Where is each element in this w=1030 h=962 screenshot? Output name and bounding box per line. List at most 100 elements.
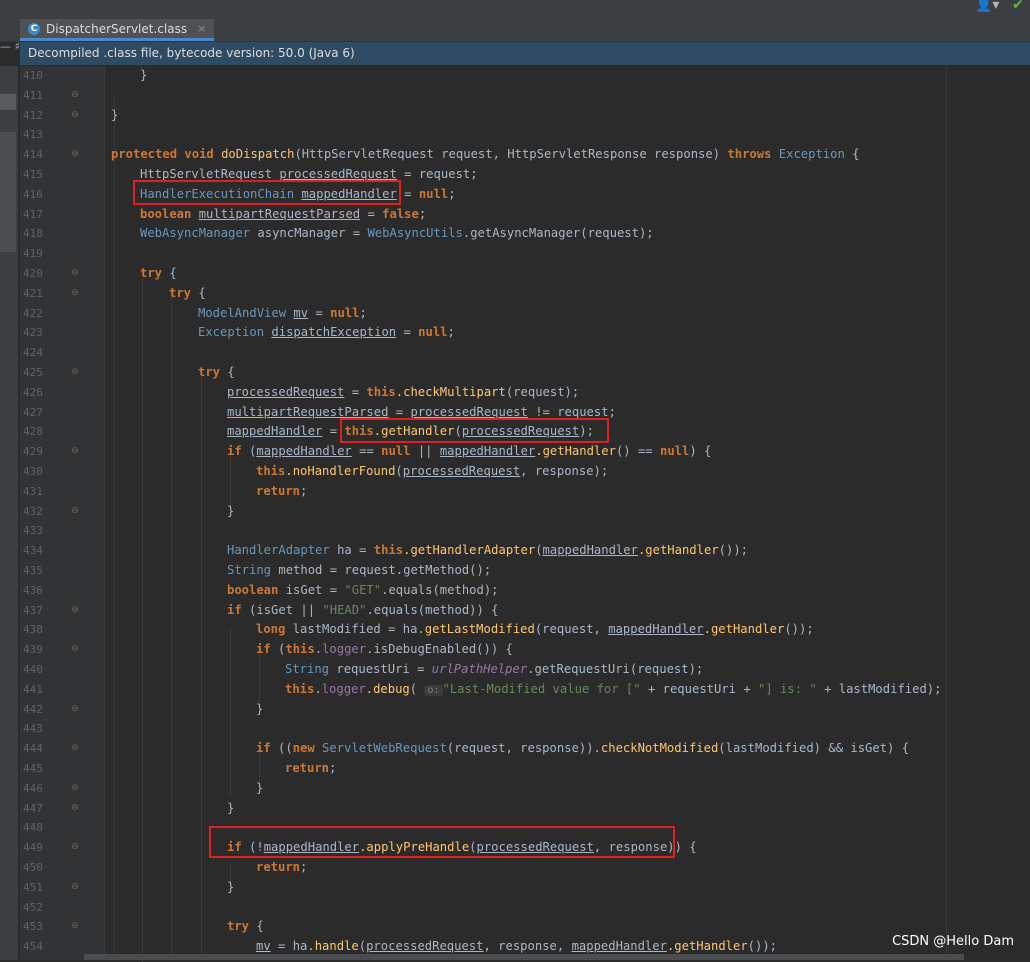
class-ref: String bbox=[227, 563, 272, 577]
line-number: 412 bbox=[23, 108, 43, 122]
fold-marker-icon[interactable]: ⊖ bbox=[70, 363, 80, 383]
keyword: new bbox=[292, 741, 315, 756]
fold-marker-icon[interactable]: ⊖ bbox=[70, 86, 80, 106]
line-number: 411 bbox=[23, 88, 43, 102]
keyword: try bbox=[140, 266, 163, 280]
stripe-scroll-thumb[interactable] bbox=[0, 132, 16, 252]
code-token: (isGet || bbox=[241, 602, 323, 617]
field-ref: logger bbox=[322, 642, 367, 657]
fold-marker-icon[interactable]: ⊖ bbox=[70, 739, 80, 759]
method-name: .debug bbox=[365, 681, 410, 696]
keyword: boolean bbox=[140, 206, 192, 221]
code-token: = bbox=[388, 404, 411, 419]
code-line-410: } bbox=[140, 66, 147, 86]
code-line-422: ModelAndView mv = null; bbox=[198, 304, 367, 324]
code-line-418: WebAsyncManager asyncManager = WebAsyncU… bbox=[140, 224, 654, 244]
line-number: 450 bbox=[23, 861, 43, 874]
code-token: . bbox=[314, 642, 323, 657]
variable: processedRequest bbox=[366, 939, 484, 954]
code-line-445: return; bbox=[285, 759, 336, 779]
horizontal-scrollbar[interactable] bbox=[84, 954, 964, 960]
fold-marker-icon[interactable]: ⊖ bbox=[70, 442, 80, 462]
code-token: ; bbox=[329, 761, 337, 775]
check-icon[interactable]: ✔ bbox=[1012, 0, 1024, 13]
code-token: ( bbox=[241, 444, 257, 459]
fold-marker-icon[interactable]: ⊖ bbox=[70, 640, 80, 660]
line-number: 428 bbox=[23, 425, 43, 439]
code-token: { bbox=[249, 919, 264, 934]
line-number: 429 bbox=[23, 445, 43, 459]
indent-guide bbox=[230, 627, 231, 795]
tab-label: DispatcherServlet.class bbox=[46, 21, 188, 36]
variable: multipartRequestParsed bbox=[227, 404, 389, 419]
code-token: } bbox=[227, 879, 235, 894]
fold-marker-icon[interactable]: ⊖ bbox=[70, 145, 80, 165]
close-icon[interactable]: × bbox=[197, 22, 206, 35]
code-token: HttpServletRequest bbox=[140, 167, 280, 181]
code-token: ( bbox=[409, 681, 425, 696]
fold-marker-icon[interactable]: ⊖ bbox=[70, 838, 80, 858]
method-name: .checkMultipart bbox=[395, 384, 506, 399]
code-token: ha = bbox=[329, 543, 374, 558]
code-token: (request); bbox=[505, 384, 580, 399]
keyword: void bbox=[184, 147, 214, 162]
code-token: , response); bbox=[520, 464, 609, 478]
fold-marker-icon[interactable]: ⊖ bbox=[70, 601, 80, 621]
keyword: null bbox=[659, 444, 690, 459]
code-token: { bbox=[162, 266, 177, 280]
line-number: 454 bbox=[23, 940, 43, 954]
variable: processedRequest bbox=[402, 464, 521, 478]
fold-marker-icon[interactable]: ⊖ bbox=[70, 779, 80, 799]
fold-marker-icon[interactable]: ⊖ bbox=[70, 917, 80, 937]
fold-marker-icon[interactable]: ⊖ bbox=[70, 264, 80, 284]
code-token: ; bbox=[359, 305, 367, 320]
code-line-439: if (this.logger.isDebugEnabled()) { bbox=[256, 640, 513, 660]
keyword: return bbox=[285, 761, 330, 775]
fold-marker-icon[interactable]: ⊖ bbox=[70, 106, 80, 126]
class-ref: WebAsyncManager bbox=[140, 226, 251, 241]
line-number: 423 bbox=[23, 326, 43, 340]
variable: multipartRequestParsed bbox=[198, 206, 361, 221]
highlight-box-get-handler bbox=[340, 418, 609, 443]
keyword: this bbox=[256, 464, 286, 478]
keyword: return bbox=[256, 860, 301, 874]
keyword: false bbox=[382, 206, 419, 221]
line-number: 417 bbox=[23, 207, 43, 221]
keyword: boolean bbox=[227, 582, 279, 597]
tab-dispatcherservlet[interactable]: C DispatcherServlet.class × bbox=[20, 19, 215, 41]
fold-marker-icon[interactable]: ⊖ bbox=[70, 502, 80, 522]
top-toolbar: 👤▾ ✔ bbox=[0, 0, 1030, 19]
method-name: .getHandler bbox=[703, 622, 785, 637]
keyword: if bbox=[256, 741, 271, 756]
keyword: try bbox=[198, 365, 221, 379]
line-number: 421 bbox=[23, 286, 43, 300]
code-line-417: boolean multipartRequestParsed = false; bbox=[140, 205, 426, 225]
fold-marker-icon[interactable]: ⊖ bbox=[70, 878, 80, 898]
class-file-icon: C bbox=[28, 22, 40, 35]
method-name: .getHandler bbox=[637, 543, 719, 558]
fold-marker-icon[interactable]: ⊖ bbox=[70, 799, 80, 819]
line-number: 431 bbox=[23, 484, 43, 498]
line-number: 449 bbox=[23, 841, 43, 855]
code-editor[interactable]: } } protected void doDispatch(HttpServle… bbox=[105, 66, 1030, 962]
fold-marker-icon[interactable]: ⊖ bbox=[70, 284, 80, 304]
string-literal: "HEAD" bbox=[322, 602, 367, 617]
user-icon[interactable]: 👤▾ bbox=[975, 0, 999, 13]
line-number: 432 bbox=[23, 504, 43, 518]
code-token: ( bbox=[270, 642, 286, 657]
code-line-436: boolean isGet = "GET".equals(method); bbox=[227, 581, 499, 601]
method-name: .noHandlerFound bbox=[285, 464, 396, 478]
code-token: lastModified = ha. bbox=[285, 622, 425, 637]
line-number: 426 bbox=[23, 385, 43, 399]
indent-guide bbox=[114, 96, 115, 956]
keyword: this bbox=[285, 681, 315, 696]
code-line-438: long lastModified = ha.getLastModified(r… bbox=[256, 620, 814, 640]
method-name: .getHandler bbox=[535, 444, 616, 459]
code-token: .equals(method)) { bbox=[366, 602, 499, 617]
method-name: .getHandler bbox=[666, 939, 748, 954]
code-line-441: this.logger.debug( o: "Last-Modified valu… bbox=[285, 680, 941, 700]
line-number: 453 bbox=[23, 920, 43, 934]
keyword: long bbox=[256, 622, 286, 637]
code-token: ; bbox=[447, 325, 455, 340]
fold-marker-icon[interactable]: ⊖ bbox=[70, 700, 80, 720]
